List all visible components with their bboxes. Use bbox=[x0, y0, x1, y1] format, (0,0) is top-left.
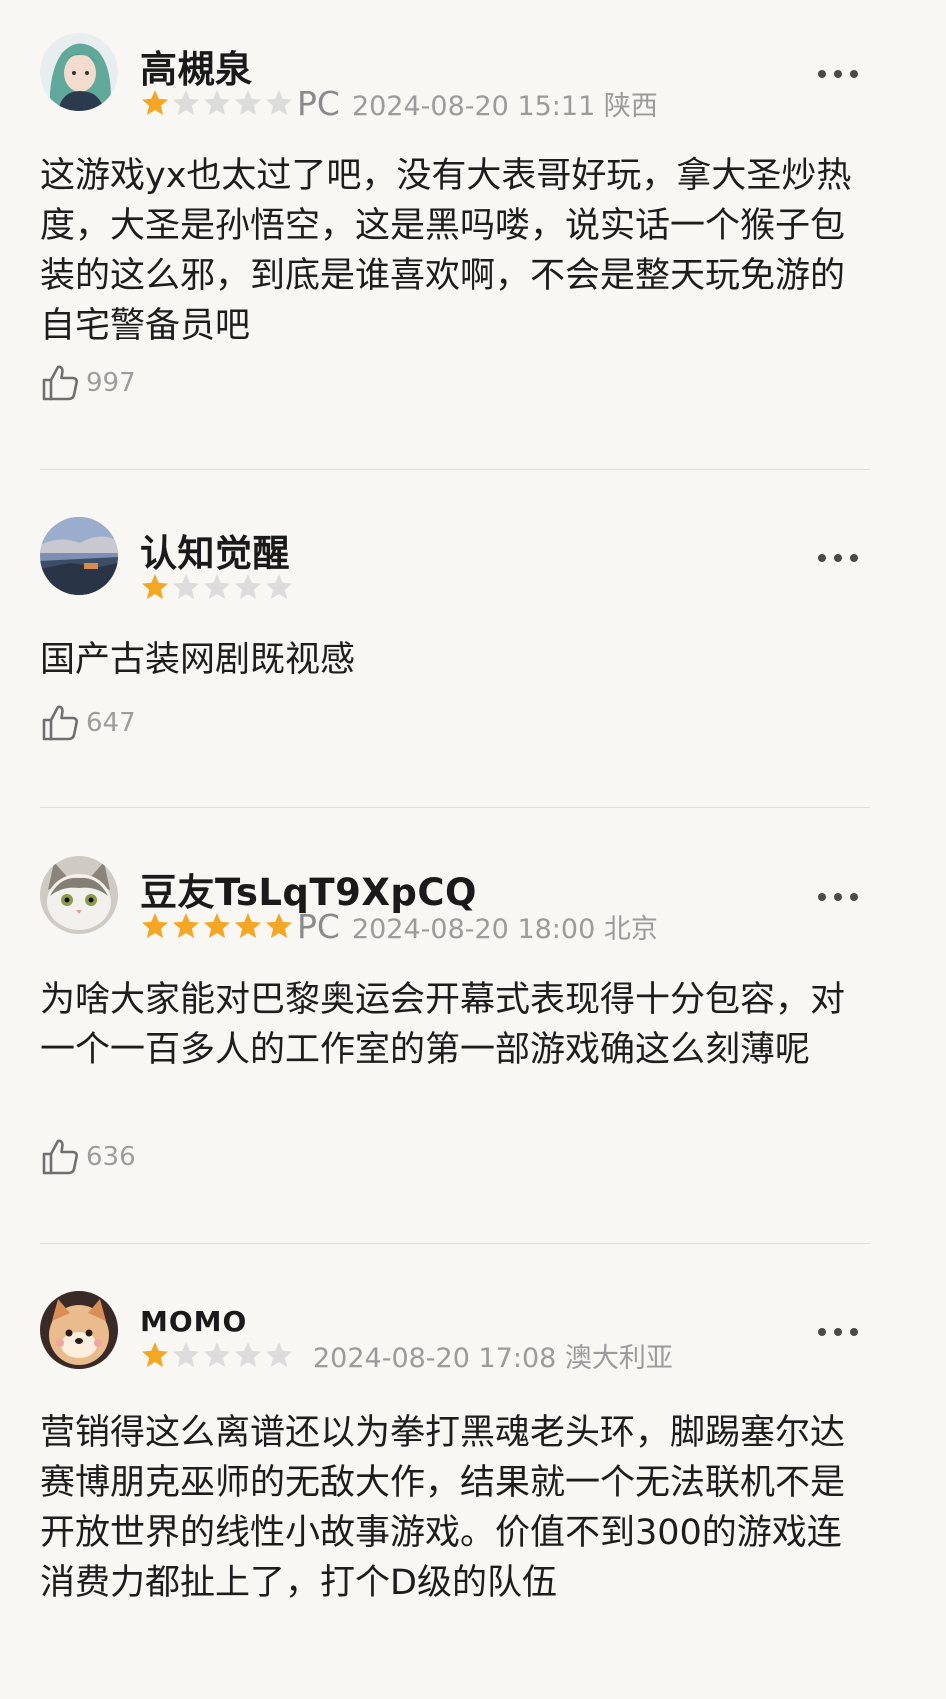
like-count: 647 bbox=[86, 708, 136, 738]
star-filled-icon bbox=[142, 913, 168, 938]
avatar[interactable] bbox=[40, 33, 118, 111]
star-empty-icon bbox=[204, 90, 230, 115]
star-filled-icon bbox=[142, 574, 168, 599]
review-item: MOMO 2024-08-20 17:08 澳大利亚 营销得这么离谱还以为拳打黑… bbox=[0, 1291, 946, 1699]
star-filled-icon bbox=[204, 913, 230, 938]
review-meta bbox=[140, 567, 309, 607]
review-item: 豆友TsLqT9XpCQ PC 2024-08-20 18:00 北京 为啥大家… bbox=[0, 856, 946, 1242]
platform-label: PC bbox=[297, 906, 340, 946]
review-meta: PC 2024-08-20 18:00 北京 bbox=[140, 906, 658, 946]
platform-label: PC bbox=[297, 83, 340, 123]
like-count: 997 bbox=[86, 368, 136, 398]
username[interactable]: MOMO bbox=[140, 1305, 247, 1338]
review-meta: PC 2024-08-20 15:11 陕西 bbox=[140, 83, 658, 123]
review-date: 2024-08-20 18:00 北京 bbox=[351, 913, 658, 945]
review-feed: 高槻泉 PC 2024-08-20 15:11 陕西 这游戏yx也太过了吧，没有… bbox=[0, 0, 946, 1699]
star-empty-icon bbox=[266, 90, 292, 115]
avatar[interactable] bbox=[40, 856, 118, 934]
more-dots-icon[interactable] bbox=[818, 551, 858, 565]
star-empty-icon bbox=[173, 574, 199, 599]
star-filled-icon bbox=[142, 1342, 168, 1367]
star-empty-icon bbox=[204, 1342, 230, 1367]
rating-stars bbox=[140, 572, 294, 602]
review-content: 营销得这么离谱还以为拳打黑魂老头环，脚踢塞尔达赛博朋克巫师的无敌大作，结果就一个… bbox=[40, 1413, 846, 1603]
star-empty-icon bbox=[235, 1342, 261, 1367]
review-meta: 2024-08-20 17:08 澳大利亚 bbox=[140, 1335, 673, 1375]
star-empty-icon bbox=[173, 1342, 199, 1367]
more-dots-icon[interactable] bbox=[818, 67, 858, 81]
like-count: 636 bbox=[86, 1142, 136, 1172]
star-empty-icon bbox=[173, 90, 199, 115]
review-date: 2024-08-20 17:08 澳大利亚 bbox=[313, 1342, 673, 1374]
rating-stars bbox=[140, 88, 294, 118]
rating-stars bbox=[140, 1340, 294, 1370]
star-filled-icon bbox=[266, 913, 292, 938]
review-item: 认知觉醒 国产古装网剧既视感 647 bbox=[0, 517, 946, 807]
thumbs-up-icon bbox=[40, 363, 80, 403]
star-filled-icon bbox=[235, 913, 261, 938]
review-date: 2024-08-20 15:11 陕西 bbox=[351, 90, 658, 122]
rating-stars bbox=[140, 911, 294, 941]
avatar[interactable] bbox=[40, 517, 118, 595]
star-filled-icon bbox=[142, 90, 168, 115]
star-empty-icon bbox=[235, 90, 261, 115]
review-content: 国产古装网剧既视感 bbox=[40, 640, 356, 680]
avatar[interactable] bbox=[40, 1291, 118, 1369]
star-filled-icon bbox=[173, 913, 199, 938]
star-empty-icon bbox=[235, 574, 261, 599]
review-item: 高槻泉 PC 2024-08-20 15:11 陕西 这游戏yx也太过了吧，没有… bbox=[0, 33, 946, 469]
divider bbox=[40, 1243, 870, 1244]
thumbs-up-icon bbox=[40, 703, 80, 743]
like-button[interactable]: 647 bbox=[40, 703, 136, 743]
more-dots-icon[interactable] bbox=[818, 1325, 858, 1339]
star-empty-icon bbox=[204, 574, 230, 599]
divider bbox=[40, 469, 870, 470]
star-empty-icon bbox=[266, 574, 292, 599]
more-dots-icon[interactable] bbox=[818, 890, 858, 904]
like-button[interactable]: 997 bbox=[40, 363, 136, 403]
star-empty-icon bbox=[266, 1342, 292, 1367]
review-content: 这游戏yx也太过了吧，没有大表哥好玩，拿大圣炒热度，大圣是孙悟空，这是黑吗喽，说… bbox=[40, 156, 852, 346]
like-button[interactable]: 636 bbox=[40, 1137, 136, 1177]
review-content: 为啥大家能对巴黎奥运会开幕式表现得十分包容，对一个一百多人的工作室的第一部游戏确… bbox=[40, 980, 846, 1070]
thumbs-up-icon bbox=[40, 1137, 80, 1177]
divider bbox=[40, 807, 870, 808]
